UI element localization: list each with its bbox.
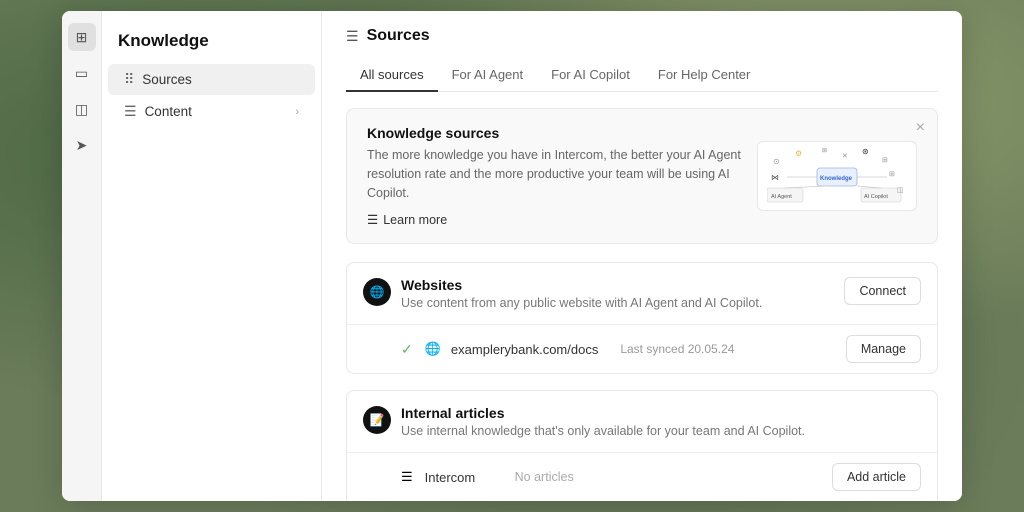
nav-sidebar: Knowledge ⠿ Sources ☰ Content › bbox=[102, 11, 322, 501]
tab-for-ai-agent[interactable]: For AI Agent bbox=[438, 59, 538, 92]
knowledge-banner: Knowledge sources The more knowledge you… bbox=[346, 108, 938, 244]
svg-text:⚙: ⚙ bbox=[795, 149, 802, 158]
website-row: ✓ 🌐 examplerybank.com/docs Last synced 2… bbox=[347, 325, 937, 373]
websites-desc: Use content from any public website with… bbox=[401, 296, 762, 310]
sidebar-item-content[interactable]: ☰ Content › bbox=[108, 96, 315, 127]
last-synced-label: Last synced 20.05.24 bbox=[620, 342, 734, 356]
internal-articles-section: 📝 Internal articles Use internal knowled… bbox=[346, 390, 938, 501]
learn-more-label: Learn more bbox=[383, 213, 447, 227]
page-header: ☰ Sources bbox=[346, 27, 938, 45]
internal-section-header: 📝 Internal articles Use internal knowled… bbox=[347, 391, 937, 453]
check-icon: ✓ bbox=[401, 341, 413, 358]
internal-icon: 📝 bbox=[363, 406, 391, 434]
monitor-icon: ▭ bbox=[75, 65, 88, 82]
websites-title: Websites bbox=[401, 277, 762, 293]
sidebar-item-content-label: Content bbox=[145, 104, 192, 119]
websites-section-action: Connect bbox=[844, 277, 921, 305]
svg-text:⊙: ⊙ bbox=[773, 157, 780, 166]
svg-text:AI Copilot: AI Copilot bbox=[864, 194, 888, 200]
website-row-action: Manage bbox=[846, 335, 921, 363]
app-window: ⊞ ▭ ◫ ➤ Knowledge ⠿ Sources ☰ Content › … bbox=[62, 11, 962, 501]
sidebar-item-sources[interactable]: ⠿ Sources bbox=[108, 64, 315, 95]
svg-text:⊛: ⊛ bbox=[862, 147, 869, 156]
websites-section: 🌐 Websites Use content from any public w… bbox=[346, 262, 938, 374]
website-manage-button[interactable]: Manage bbox=[846, 335, 921, 363]
sources-header-icon: ☰ bbox=[346, 28, 359, 45]
tab-for-help-center[interactable]: For Help Center bbox=[644, 59, 764, 92]
svg-text:⊠: ⊠ bbox=[822, 148, 827, 154]
send-icon: ➤ bbox=[76, 137, 88, 154]
websites-icon: 🌐 bbox=[363, 278, 391, 306]
svg-text:Knowledge: Knowledge bbox=[820, 176, 853, 182]
intercom-icon: ☰ bbox=[401, 469, 413, 485]
banner-description: The more knowledge you have in Intercom,… bbox=[367, 146, 747, 202]
banner-text: Knowledge sources The more knowledge you… bbox=[367, 125, 747, 227]
sidebar-item-sources-label: Sources bbox=[142, 72, 192, 87]
internal-info: Internal articles Use internal knowledge… bbox=[401, 405, 805, 438]
website-url: examplerybank.com/docs bbox=[451, 342, 598, 357]
svg-text:⊞: ⊞ bbox=[882, 157, 888, 164]
intercom-name: Intercom bbox=[425, 470, 505, 485]
diagram-svg: ⊙ ⚙ ⊠ ✕ ⊛ ⊞ ⋈ Knowledge bbox=[767, 146, 907, 206]
send-icon-btn[interactable]: ➤ bbox=[68, 131, 96, 159]
banner-close-button[interactable]: × bbox=[916, 119, 925, 137]
internal-title: Internal articles bbox=[401, 405, 805, 421]
intercom-row: ☰ Intercom No articles Add article bbox=[347, 453, 937, 501]
book-icon: ☰ bbox=[367, 212, 378, 227]
svg-text:⊞: ⊞ bbox=[889, 171, 895, 178]
internal-desc: Use internal knowledge that's only avail… bbox=[401, 424, 805, 438]
tabs-bar: All sources For AI Agent For AI Copilot … bbox=[346, 59, 938, 92]
grid-icon-btn[interactable]: ⊞ bbox=[68, 23, 96, 51]
svg-text:⋈: ⋈ bbox=[771, 173, 779, 182]
page-title: Knowledge bbox=[102, 27, 321, 63]
grid-icon: ⊞ bbox=[76, 29, 88, 46]
sources-page-title: Sources bbox=[367, 27, 430, 45]
svg-text:AI Agent: AI Agent bbox=[771, 194, 792, 200]
tab-for-ai-copilot[interactable]: For AI Copilot bbox=[537, 59, 644, 92]
learn-more-link[interactable]: ☰ Learn more bbox=[367, 212, 747, 227]
globe-icon: 🌐 bbox=[425, 341, 441, 357]
intercom-add-button[interactable]: Add article bbox=[832, 463, 921, 491]
main-content: ☰ Sources All sources For AI Agent For A… bbox=[322, 11, 962, 501]
intercom-action: Add article bbox=[832, 463, 921, 491]
tag-icon-btn[interactable]: ◫ bbox=[68, 95, 96, 123]
websites-connect-button[interactable]: Connect bbox=[844, 277, 921, 305]
knowledge-diagram: ⊙ ⚙ ⊠ ✕ ⊛ ⊞ ⋈ Knowledge bbox=[757, 141, 917, 211]
content-icon: ☰ bbox=[124, 103, 137, 120]
websites-info: Websites Use content from any public web… bbox=[401, 277, 762, 310]
tab-all-sources[interactable]: All sources bbox=[346, 59, 438, 92]
chevron-right-icon: › bbox=[295, 106, 299, 118]
monitor-icon-btn[interactable]: ▭ bbox=[68, 59, 96, 87]
svg-text:◫: ◫ bbox=[897, 187, 904, 194]
tag-icon: ◫ bbox=[75, 101, 88, 118]
svg-text:✕: ✕ bbox=[842, 153, 848, 160]
sources-icon: ⠿ bbox=[124, 71, 134, 88]
icon-sidebar: ⊞ ▭ ◫ ➤ bbox=[62, 11, 102, 501]
banner-title: Knowledge sources bbox=[367, 125, 747, 141]
intercom-status: No articles bbox=[515, 470, 574, 484]
websites-section-header: 🌐 Websites Use content from any public w… bbox=[347, 263, 937, 325]
